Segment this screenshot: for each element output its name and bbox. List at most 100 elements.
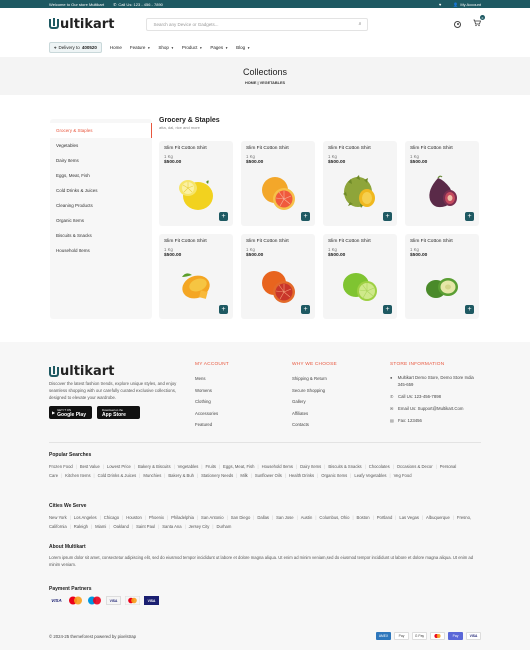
footer-link[interactable]: Shipping & Return [292, 376, 337, 382]
logo[interactable]: ultikart [49, 17, 114, 32]
nav-product[interactable]: Product ▼ [182, 45, 203, 50]
nav-shop[interactable]: Shop ▼ [158, 45, 174, 50]
tag-link[interactable]: Boston [357, 515, 370, 520]
tag-link[interactable]: Columbus, Ohio [319, 515, 349, 520]
tag-link[interactable]: Eggs, Meat, Fish [223, 464, 254, 469]
tag-link[interactable]: Chicago [104, 515, 119, 520]
product-card[interactable]: Slim Fit Cotton Shirt 1 Kg $500.00 + [241, 234, 315, 319]
tag-link[interactable]: Portland [377, 515, 393, 520]
tag-link[interactable]: San Diego [231, 515, 251, 520]
add-to-cart-button[interactable]: + [219, 212, 228, 221]
nav-feature[interactable]: Feature ▼ [130, 45, 151, 50]
nav-home[interactable]: Home [110, 45, 122, 50]
footer-link[interactable]: Womens [195, 388, 229, 394]
tag-link[interactable]: Health Drinks [289, 473, 314, 478]
search-input[interactable]: Search any Device or Gadgets... ⌕ [146, 17, 369, 31]
product-card[interactable]: Slim Fit Cotton Shirt 1 Kg $500.00 + [241, 141, 315, 226]
tag-link[interactable]: Santa Ana [162, 524, 181, 529]
tag-link[interactable]: Phoenix [149, 515, 164, 520]
nav-blog[interactable]: Blog ▼ [236, 45, 250, 50]
add-to-cart-button[interactable]: + [383, 305, 392, 314]
sidebar-item-dairy[interactable]: Dairy Items [50, 153, 152, 168]
tag-link[interactable]: Frozen Food [49, 464, 73, 469]
sidebar-item-cold-drinks[interactable]: Cold Drinks & Juices [50, 183, 152, 198]
tag-link[interactable]: Lowest Price [107, 464, 131, 469]
sidebar-item-household[interactable]: Household Items [50, 243, 152, 258]
product-name[interactable]: Slim Fit Cotton Shirt [328, 146, 392, 151]
product-card[interactable]: Slim Fit Cotton Shirt 1 Kg $500.00 + [159, 141, 233, 226]
tag-link[interactable]: Munchies [143, 473, 161, 478]
product-name[interactable]: Slim Fit Cotton Shirt [410, 146, 474, 151]
tag-link[interactable]: Raleigh [74, 524, 88, 529]
sidebar-item-cleaning[interactable]: Cleaning Products [50, 198, 152, 213]
tag-link[interactable]: Cold Drinks & Juices [98, 473, 137, 478]
product-card[interactable]: Slim Fit Cotton Shirt 1 Kg $500.00 + [405, 234, 479, 319]
tag-link[interactable]: Los Angeles [74, 515, 97, 520]
add-to-cart-button[interactable]: + [219, 305, 228, 314]
footer-link[interactable]: Contacts [292, 422, 337, 428]
tag-link[interactable]: Dairy Items [300, 464, 321, 469]
footer-link[interactable]: Affiliates [292, 411, 337, 417]
tag-link[interactable]: Vegetables [178, 464, 199, 469]
heart-icon[interactable]: ♥ [439, 2, 441, 7]
tag-link[interactable]: Bakery & Buh [168, 473, 194, 478]
tag-link[interactable]: Jersey City [189, 524, 210, 529]
sidebar-item-vegetables[interactable]: Vegetables [50, 138, 152, 153]
tag-link[interactable]: Durham [216, 524, 231, 529]
product-card[interactable]: Slim Fit Cotton Shirt 1 Kg $500.00 + [323, 141, 397, 226]
product-name[interactable]: Slim Fit Cotton Shirt [246, 239, 310, 244]
search-icon[interactable]: ⌕ [359, 21, 362, 27]
tag-link[interactable]: Albuquerque [426, 515, 450, 520]
sidebar-item-biscuits[interactable]: Biscuits & Snacks [50, 228, 152, 243]
product-name[interactable]: Slim Fit Cotton Shirt [328, 239, 392, 244]
tag-link[interactable]: New York [49, 515, 67, 520]
cart-button[interactable]: 0 [473, 15, 485, 29]
tag-link[interactable]: Leafy Vegetables [354, 473, 386, 478]
footer-link[interactable]: Gallery [292, 399, 337, 405]
footer-link[interactable]: Featured [195, 422, 229, 428]
product-name[interactable]: Slim Fit Cotton Shirt [164, 146, 228, 151]
product-card[interactable]: Slim Fit Cotton Shirt 1 Kg $500.00 + [405, 141, 479, 226]
tag-link[interactable]: Austin [301, 515, 313, 520]
tag-link[interactable]: Organic Items [321, 473, 347, 478]
footer-link[interactable]: Mens [195, 376, 229, 382]
breadcrumb-home[interactable]: HOME [245, 81, 256, 85]
add-to-cart-button[interactable]: + [301, 212, 310, 221]
sidebar-item-organic[interactable]: Organic Items [50, 213, 152, 228]
tag-link[interactable]: Las Vegas [399, 515, 419, 520]
product-name[interactable]: Slim Fit Cotton Shirt [164, 239, 228, 244]
footer-logo[interactable]: ultikart [49, 364, 114, 379]
sidebar-item-grocery[interactable]: Grocery & Staples [50, 123, 152, 138]
product-card[interactable]: Slim Fit Cotton Shirt 1 Kg $500.00 + [323, 234, 397, 319]
product-name[interactable]: Slim Fit Cotton Shirt [410, 239, 474, 244]
tag-link[interactable]: Milk [240, 473, 247, 478]
tag-link[interactable]: Occasions & Decor [397, 464, 433, 469]
store-email[interactable]: ✉ Email Us: Support@Multikart.Com [390, 405, 482, 412]
product-card[interactable]: Slim Fit Cotton Shirt 1 Kg $500.00 + [159, 234, 233, 319]
tag-link[interactable]: Biscuits & Snacks [328, 464, 361, 469]
google-play-button[interactable]: ▶ GET IT ON Google Play [49, 406, 92, 419]
tag-link[interactable]: Houston [126, 515, 142, 520]
tag-link[interactable]: Fruits [205, 464, 215, 469]
product-name[interactable]: Slim Fit Cotton Shirt [246, 146, 310, 151]
tag-link[interactable]: Veg Food [394, 473, 412, 478]
tag-link[interactable]: Stationery Needs [201, 473, 233, 478]
nav-pages[interactable]: Pages ▼ [210, 45, 228, 50]
tag-link[interactable]: Household Items [262, 464, 293, 469]
tag-link[interactable]: Philadelphia [171, 515, 194, 520]
add-to-cart-button[interactable]: + [301, 305, 310, 314]
tag-link[interactable]: Oakland [113, 524, 129, 529]
tag-link[interactable]: Chocolates [369, 464, 390, 469]
delivery-location-button[interactable]: ⌖ Delivery to 400520 [49, 41, 102, 53]
add-to-cart-button[interactable]: + [465, 305, 474, 314]
tag-link[interactable]: Kitchen Items [65, 473, 90, 478]
tag-link[interactable]: Dallas [257, 515, 269, 520]
footer-link[interactable]: Clothing [195, 399, 229, 405]
tag-link[interactable]: San Jose [276, 515, 293, 520]
app-store-button[interactable]: Download on the App Store [97, 406, 140, 419]
tag-link[interactable]: San Antonio [201, 515, 224, 520]
sidebar-item-eggs-meat-fish[interactable]: Eggs, Meat, Fish [50, 168, 152, 183]
add-to-cart-button[interactable]: + [465, 212, 474, 221]
footer-link[interactable]: Accessories [195, 411, 229, 417]
tag-link[interactable]: Saint Paul [136, 524, 155, 529]
